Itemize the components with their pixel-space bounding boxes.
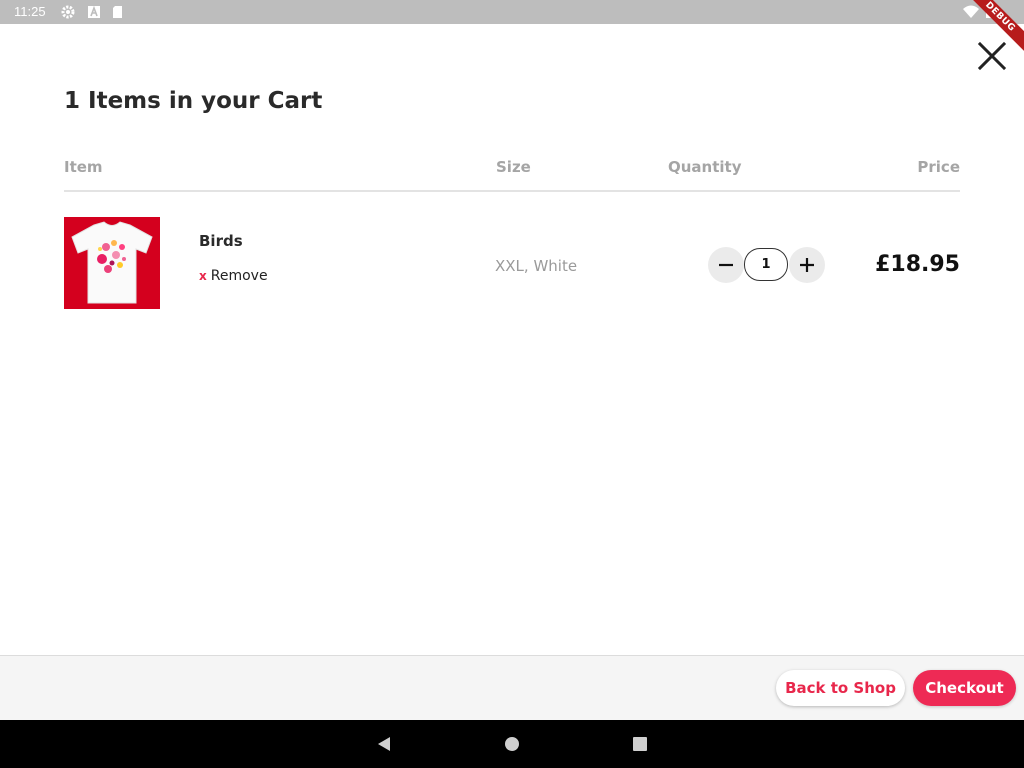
back-to-shop-button[interactable]: Back to Shop: [776, 670, 905, 706]
item-price: £18.95: [875, 252, 960, 277]
home-circle-icon: [505, 737, 519, 751]
back-nav-button[interactable]: [374, 734, 394, 754]
page-title: 1 Items in your Cart: [64, 88, 323, 114]
status-time: 11:25: [14, 4, 46, 19]
header-quantity: Quantity: [668, 158, 742, 176]
recents-square-icon: [633, 737, 647, 751]
item-size: XXL, White: [495, 257, 578, 275]
a-icon: [86, 4, 102, 20]
header-price: Price: [917, 158, 960, 176]
settings-icon: [60, 4, 76, 20]
navigation-bar: [0, 720, 1024, 768]
sd-card-icon: [110, 4, 126, 20]
back-triangle-icon: [378, 737, 390, 751]
header-divider: [64, 190, 960, 192]
close-button[interactable]: [972, 38, 1012, 74]
plus-icon: [800, 258, 814, 272]
checkout-button[interactable]: Checkout: [913, 670, 1016, 706]
status-bar: 11:25 DEBUG: [0, 0, 1024, 58]
product-name[interactable]: Birds: [199, 232, 243, 250]
header-size: Size: [496, 158, 531, 176]
minus-icon: [719, 263, 733, 267]
header-item: Item: [64, 158, 103, 176]
quantity-value[interactable]: 1: [744, 248, 788, 281]
tshirt-image: [64, 217, 160, 309]
home-nav-button[interactable]: [502, 734, 522, 754]
wifi-icon: [962, 4, 979, 20]
recents-nav-button[interactable]: [630, 734, 650, 754]
remove-label: Remove: [210, 268, 268, 284]
increase-quantity-button[interactable]: [789, 247, 825, 283]
product-image[interactable]: [64, 217, 160, 309]
remove-icon: x: [199, 269, 207, 283]
close-icon: [977, 41, 1007, 71]
decrease-quantity-button[interactable]: [708, 247, 744, 283]
remove-button[interactable]: x Remove: [199, 268, 268, 284]
